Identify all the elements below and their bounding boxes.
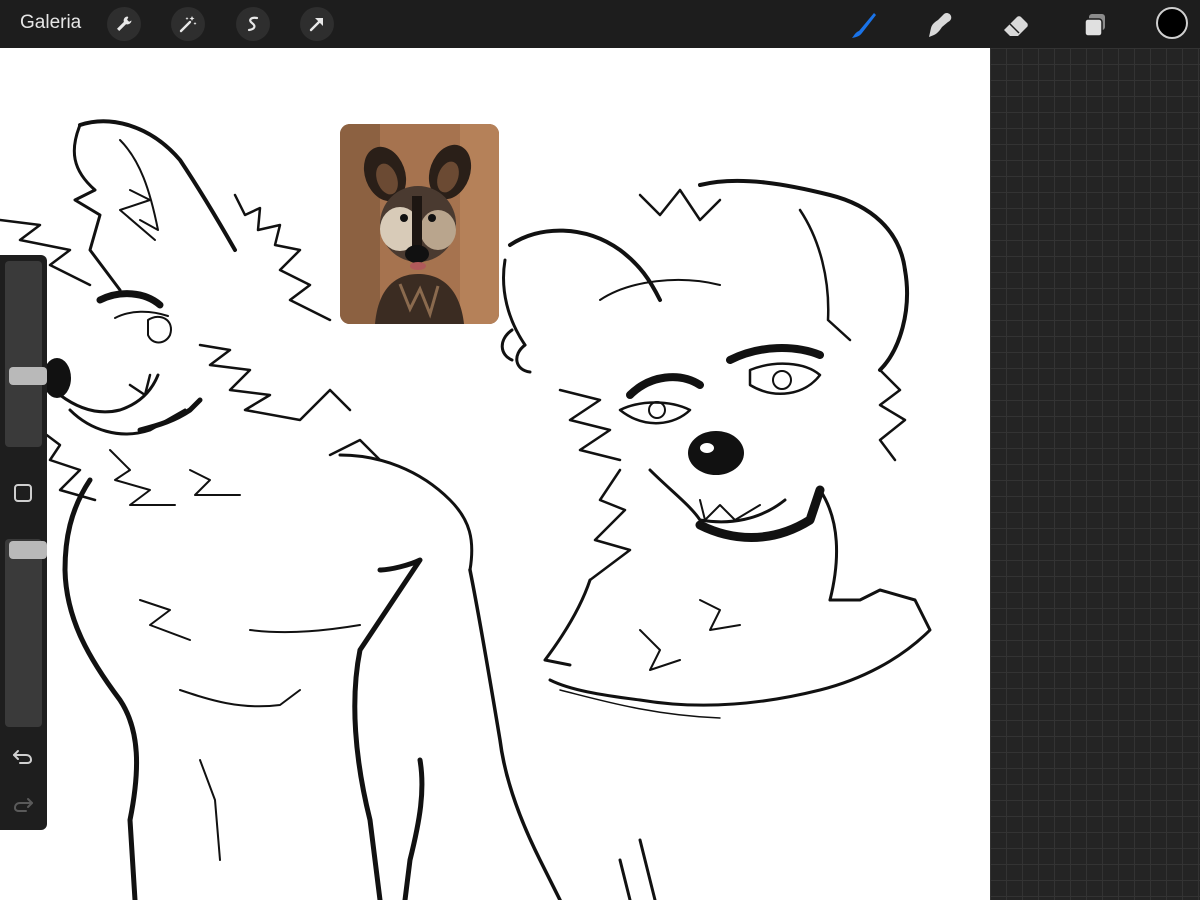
color-picker-swatch[interactable]	[1156, 7, 1188, 39]
opacity-slider[interactable]	[5, 539, 47, 727]
actions-wrench-icon[interactable]	[107, 7, 141, 41]
transform-arrow-icon[interactable]	[300, 7, 334, 41]
brush-size-thumb[interactable]	[9, 367, 47, 385]
top-toolbar: Galeria	[0, 0, 1200, 48]
eraser-icon[interactable]	[998, 7, 1034, 43]
selection-icon[interactable]	[236, 7, 270, 41]
modify-square-icon[interactable]	[14, 484, 32, 502]
opacity-thumb[interactable]	[9, 541, 47, 559]
adjustments-magic-wand-icon[interactable]	[171, 7, 205, 41]
gallery-button[interactable]: Galeria	[20, 12, 81, 34]
workspace-background	[990, 48, 1200, 900]
layers-icon[interactable]	[1077, 7, 1113, 43]
sidebar	[0, 255, 47, 830]
redo-icon[interactable]	[12, 795, 34, 813]
wild-dog-photo-icon	[340, 124, 499, 324]
reference-photo[interactable]	[340, 124, 499, 324]
brush-size-slider[interactable]	[5, 261, 47, 447]
smudge-icon[interactable]	[921, 7, 957, 43]
brush-icon[interactable]	[845, 7, 881, 43]
undo-icon[interactable]	[12, 747, 34, 765]
